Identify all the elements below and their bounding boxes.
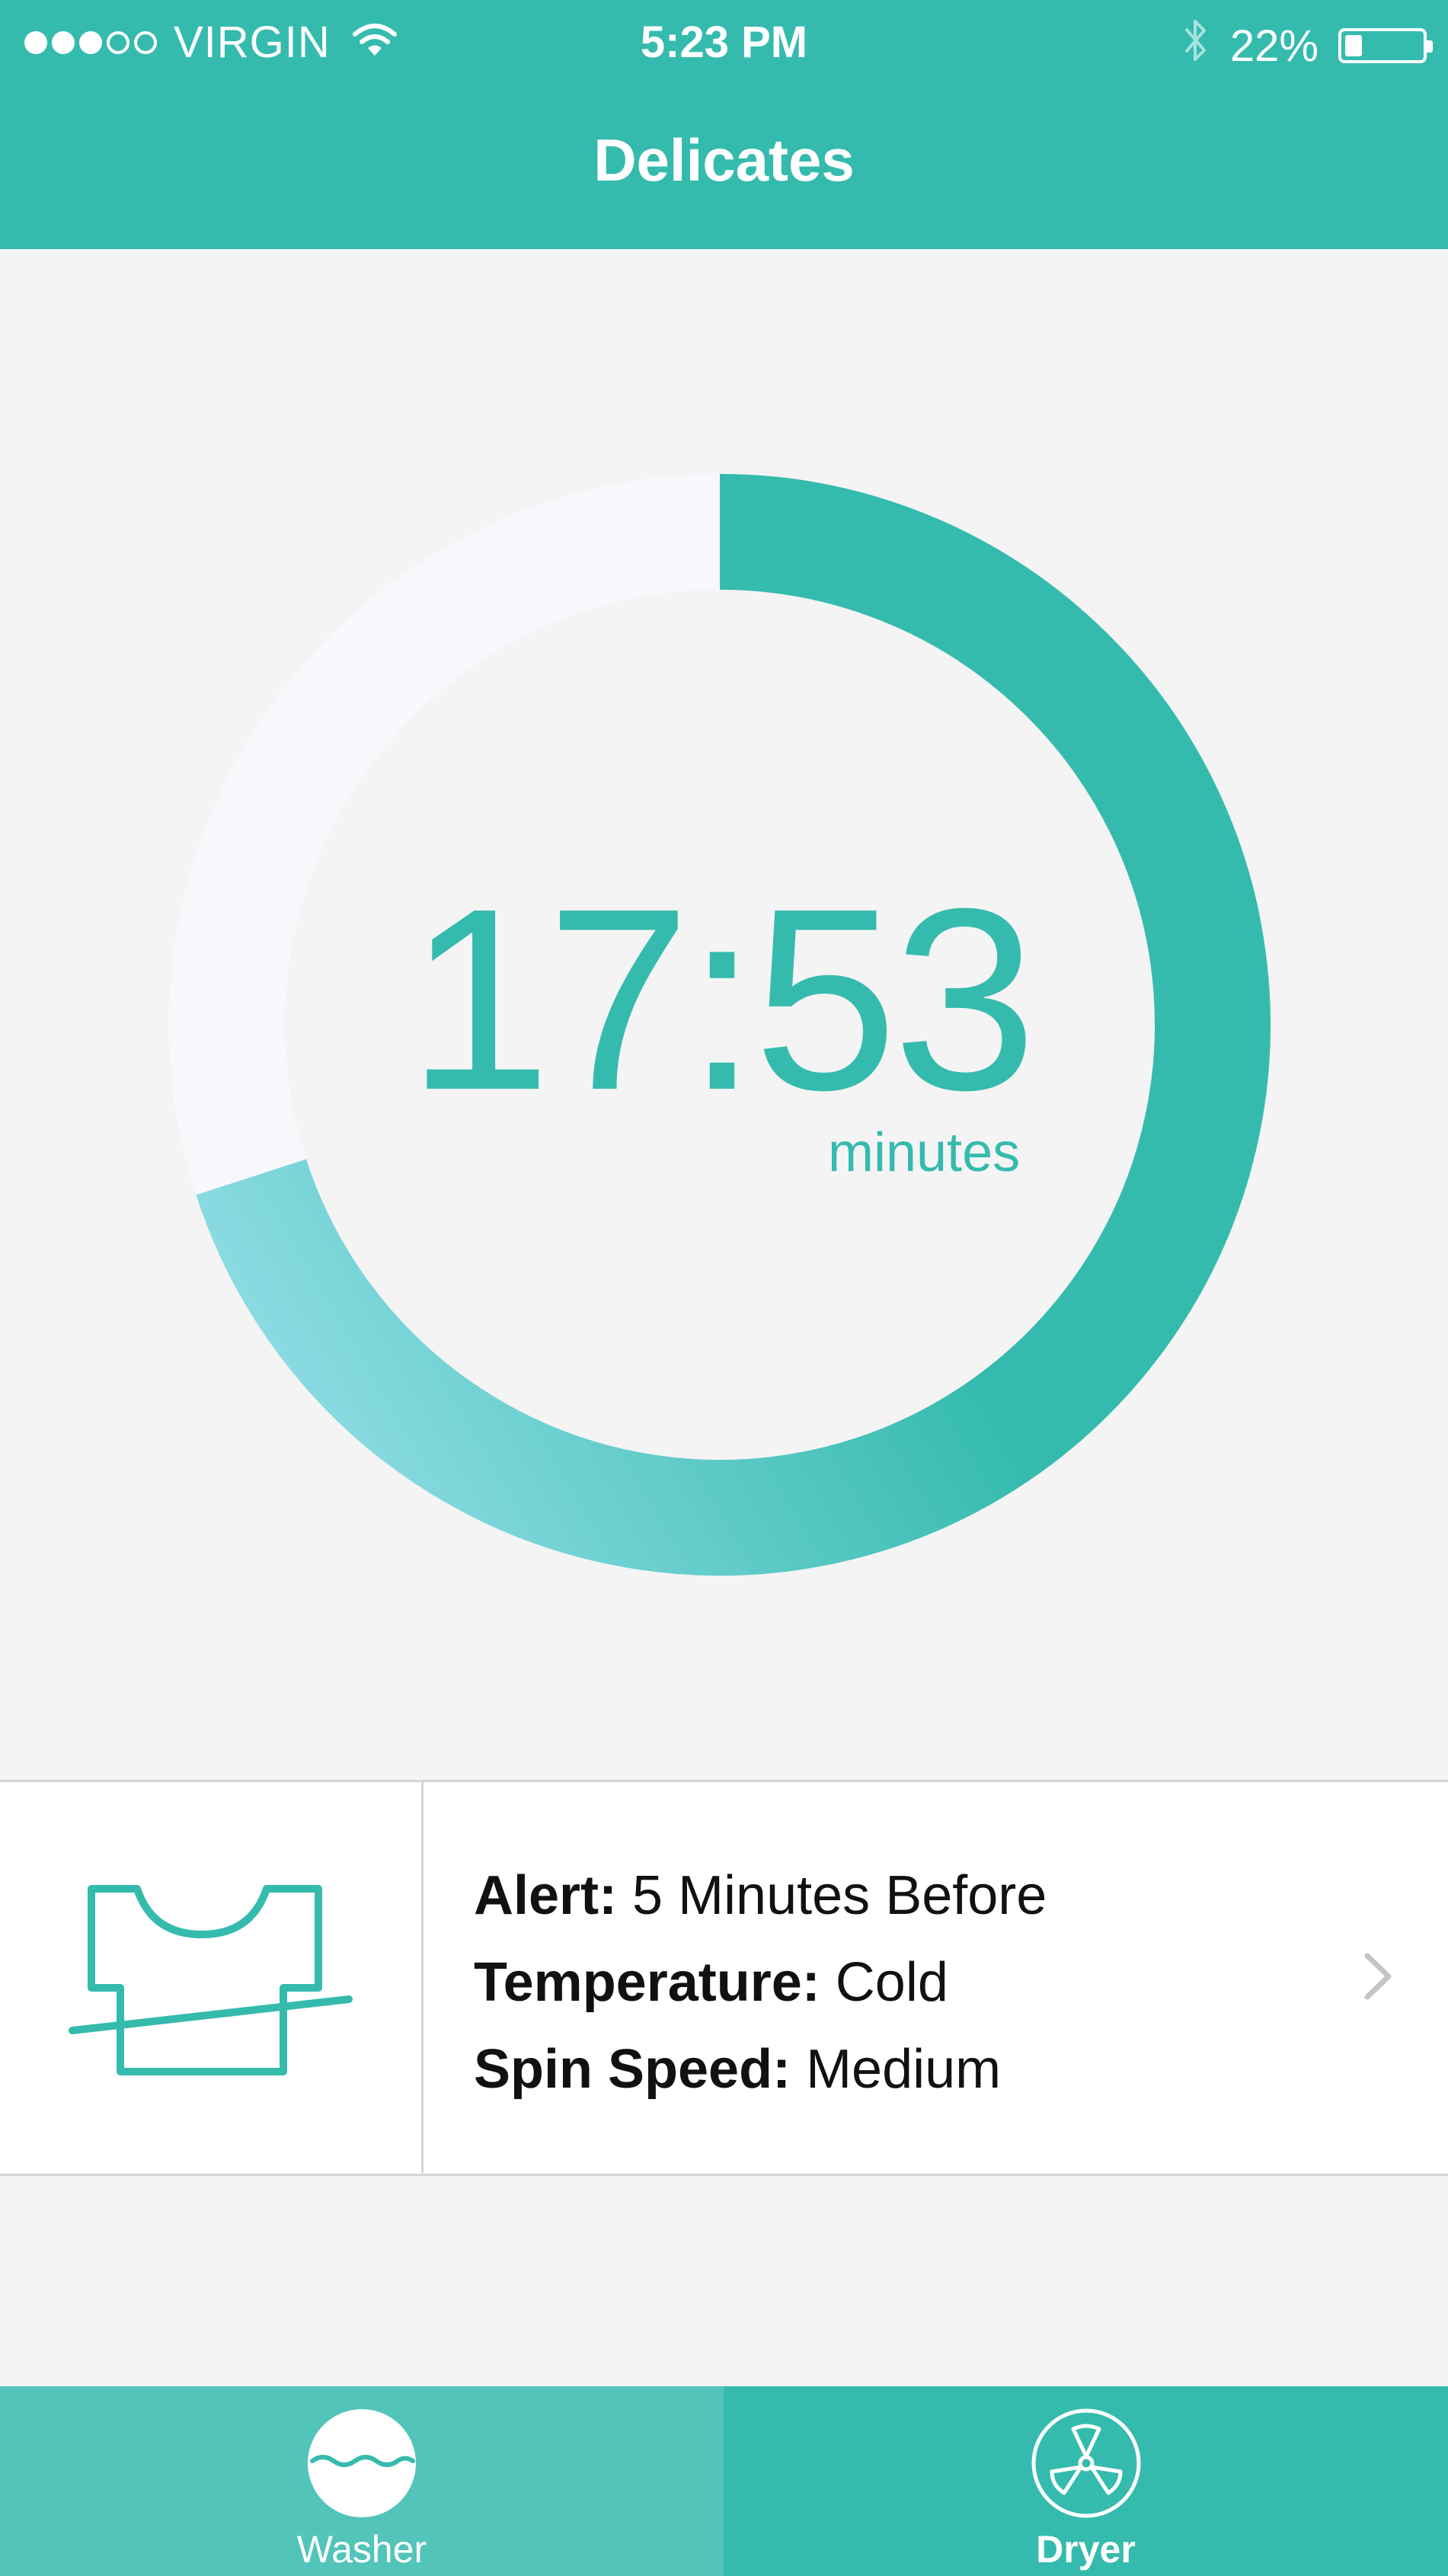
status-bar: VIRGIN 5:23 PM 22% <box>0 0 1448 84</box>
tab-washer-label: Washer <box>296 2528 427 2571</box>
tab-dryer-label: Dryer <box>1036 2528 1136 2571</box>
time-unit-label: minutes <box>828 1122 1021 1183</box>
timer-display: 17:53 minutes <box>169 474 1271 1576</box>
page-title: Delicates <box>593 126 855 194</box>
washer-icon <box>306 2408 417 2523</box>
alert-value: 5 Minutes Before <box>632 1865 1047 1926</box>
timer-ring: 17:53 minutes <box>169 474 1271 1576</box>
time-remaining: 17:53 <box>407 855 1037 1144</box>
alert-setting: Alert: 5 Minutes Before <box>474 1852 1047 1939</box>
battery-percent: 22% <box>1229 21 1319 71</box>
temperature-value: Cold <box>835 1952 948 2013</box>
alert-label: Alert: <box>474 1865 618 1926</box>
tab-bar: Washer Dryer <box>0 2386 1448 2576</box>
dryer-fan-icon <box>1031 2408 1142 2523</box>
chevron-right-icon[interactable] <box>1361 1950 1395 2007</box>
tab-washer[interactable]: Washer <box>0 2386 724 2576</box>
cycle-icon-cell <box>0 1782 424 2174</box>
temperature-label: Temperature: <box>474 1952 820 2013</box>
tab-dryer[interactable]: Dryer <box>724 2386 1448 2576</box>
spin-speed-label: Spin Speed: <box>474 2039 791 2100</box>
status-right: 22% <box>1180 17 1433 75</box>
spin-speed-setting: Spin Speed: Medium <box>474 2026 1047 2113</box>
cycle-settings-info: Alert: 5 Minutes Before Temperature: Col… <box>474 1852 1047 2113</box>
bluetooth-icon <box>1180 17 1210 75</box>
battery-fill <box>1345 35 1362 56</box>
temperature-setting: Temperature: Cold <box>474 1939 1047 2026</box>
shirt-crossed-icon <box>69 1885 353 2075</box>
spin-speed-value: Medium <box>806 2039 1002 2100</box>
battery-icon <box>1338 28 1433 63</box>
app-header: VIRGIN 5:23 PM 22% Delicates <box>0 0 1448 249</box>
cycle-settings-row[interactable]: Alert: 5 Minutes Before Temperature: Col… <box>0 1780 1448 2176</box>
